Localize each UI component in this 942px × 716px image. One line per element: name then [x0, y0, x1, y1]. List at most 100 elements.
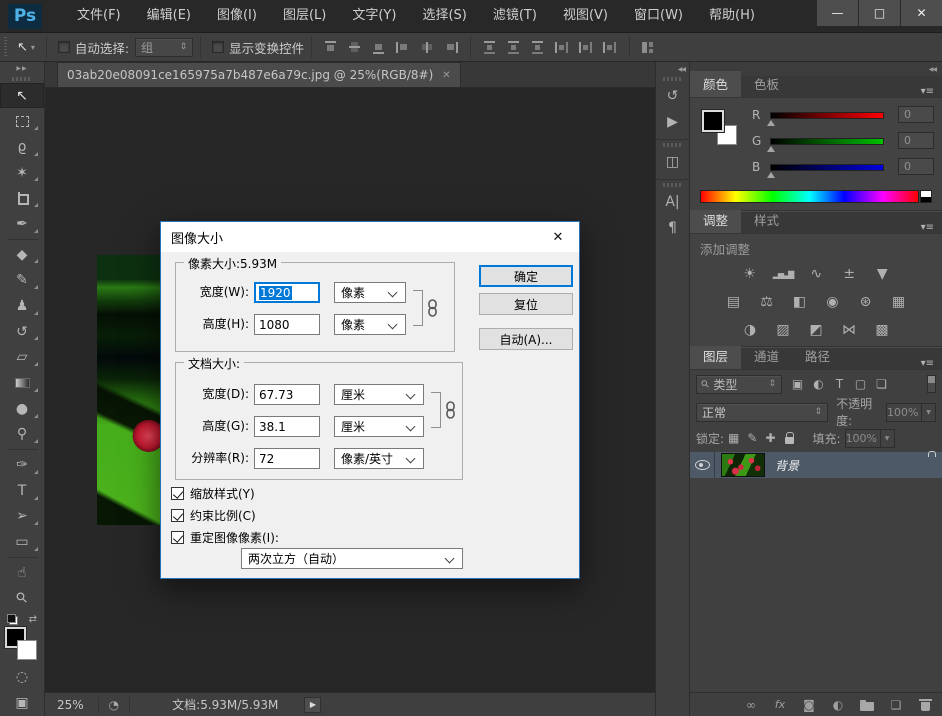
maximize-button[interactable]: □ — [858, 0, 900, 26]
blur-tool[interactable]: ● — [0, 396, 44, 422]
align-right-edges-icon[interactable] — [443, 40, 459, 55]
opacity-field[interactable]: 100% ▼ — [886, 402, 936, 422]
blue-value-field[interactable]: 0 — [898, 158, 934, 175]
align-top-edges-icon[interactable] — [323, 40, 339, 55]
curves-icon[interactable]: ∿ — [806, 266, 826, 282]
spot-healing-brush-tool[interactable]: ◆ — [0, 242, 44, 268]
new-group-icon[interactable] — [860, 699, 874, 711]
menu-window[interactable]: 窗口(W) — [621, 0, 696, 32]
zoom-tool[interactable]: ⚲ — [0, 586, 44, 612]
layer-style-icon[interactable]: fx — [773, 698, 787, 711]
threshold-icon[interactable]: ◩ — [806, 322, 826, 338]
fill-dropdown-icon[interactable]: ▼ — [879, 429, 894, 447]
invert-icon[interactable]: ◑ — [740, 322, 760, 338]
doc-height-unit-select[interactable]: 厘米 — [334, 416, 424, 437]
show-transform-checkbox[interactable] — [212, 41, 225, 53]
expand-panels-icon[interactable]: ◀◀ — [656, 62, 689, 76]
lock-all-icon[interactable] — [784, 432, 794, 444]
layer-visibility-cell[interactable] — [690, 452, 715, 478]
paragraph-panel-icon[interactable]: ¶ — [656, 215, 689, 241]
fill-field[interactable]: 100% ▼ — [844, 428, 895, 448]
filter-pixel-layers-icon[interactable]: ▣ — [788, 375, 807, 394]
levels-icon[interactable]: ▂▅▃▇ — [773, 270, 795, 279]
resolution-unit-select[interactable]: 像素/英寸 — [334, 448, 424, 469]
auto-select-checkbox[interactable] — [57, 41, 70, 53]
color-spectrum-ramp[interactable] — [700, 190, 919, 203]
green-slider-thumb[interactable] — [767, 145, 775, 152]
lock-position-icon[interactable]: ✚ — [765, 431, 775, 445]
type-tool[interactable]: T — [0, 478, 44, 504]
move-tool[interactable]: ↖ — [0, 82, 44, 109]
actions-panel-icon[interactable]: ▶ — [656, 109, 689, 135]
green-value-field[interactable]: 0 — [898, 132, 934, 149]
document-tab[interactable]: 03ab20e08091ce165975a7b487e6a79c.jpg @ 2… — [57, 62, 461, 87]
zoom-level[interactable]: 25% — [45, 698, 98, 712]
character-panel-icon[interactable]: A| — [656, 189, 689, 215]
layer-thumbnail[interactable] — [721, 453, 765, 477]
clone-stamp-tool[interactable]: ♟ — [0, 293, 44, 319]
ok-button[interactable]: 确定 — [479, 265, 573, 287]
link-layers-icon[interactable]: ∞ — [744, 698, 758, 712]
document-tab-close-icon[interactable]: ✕ — [442, 70, 450, 81]
lock-transparency-icon[interactable]: ▦ — [728, 431, 739, 445]
quick-mask-button[interactable]: ◌ — [0, 665, 44, 691]
align-bottom-edges-icon[interactable] — [371, 40, 387, 55]
tool-preset-arrow-icon[interactable]: ▾ — [31, 43, 35, 52]
tab-color[interactable]: 颜色 — [690, 71, 742, 97]
pixel-height-unit-select[interactable]: 像素 — [334, 314, 406, 335]
blue-slider[interactable] — [767, 163, 884, 178]
hue-saturation-icon[interactable]: ▤ — [724, 294, 744, 310]
distribute-right-edges-icon[interactable] — [602, 40, 618, 55]
menu-view[interactable]: 视图(V) — [550, 0, 621, 32]
menu-edit[interactable]: 编辑(E) — [134, 0, 204, 32]
distribute-horizontal-centers-icon[interactable] — [578, 40, 594, 55]
layer-row-background[interactable]: 背景 — [690, 452, 942, 478]
screen-mode-button[interactable]: ▣ — [0, 690, 44, 716]
resample-checkbox[interactable] — [171, 530, 184, 544]
filter-smart-objects-icon[interactable]: ❏ — [872, 375, 891, 394]
black-white-icon[interactable]: ◧ — [790, 294, 810, 310]
constrain-proportions-checkbox[interactable] — [171, 508, 184, 522]
green-slider[interactable] — [767, 137, 884, 152]
doc-width-input[interactable]: 67.73 — [254, 384, 320, 405]
filter-type-layers-icon[interactable]: T — [830, 375, 849, 394]
lock-pixels-icon[interactable]: ✎ — [747, 431, 757, 445]
brightness-contrast-icon[interactable]: ☀ — [740, 266, 760, 282]
doc-width-unit-select[interactable]: 厘米 — [334, 384, 424, 405]
history-panel-icon[interactable]: ↺ — [656, 83, 689, 109]
red-slider-thumb[interactable] — [767, 119, 775, 126]
scale-styles-checkbox[interactable] — [171, 486, 184, 500]
rectangular-marquee-tool[interactable] — [0, 108, 44, 134]
auto-button[interactable]: 自动(A)... — [479, 328, 573, 350]
tab-styles[interactable]: 样式 — [741, 207, 792, 233]
rectangle-tool[interactable]: ▭ — [0, 529, 44, 555]
dialog-title-bar[interactable]: 图像大小 ✕ — [161, 222, 579, 252]
distribute-bottom-edges-icon[interactable] — [530, 40, 546, 55]
color-balance-icon[interactable]: ⚖ — [757, 294, 777, 310]
selective-color-icon[interactable]: ▩ — [872, 322, 892, 338]
hand-tool[interactable]: ☝ — [0, 560, 44, 586]
gradient-map-icon[interactable]: ⋈ — [839, 322, 859, 338]
foreground-color-swatch[interactable] — [702, 110, 724, 132]
menu-file[interactable]: 文件(F) — [64, 0, 134, 32]
align-left-edges-icon[interactable] — [395, 40, 411, 55]
filter-adjustment-layers-icon[interactable]: ◐ — [809, 375, 828, 394]
layer-name[interactable]: 背景 — [775, 457, 799, 474]
swap-colors-icon[interactable]: ⇄ — [29, 614, 37, 625]
dodge-tool[interactable]: ⚲ — [0, 422, 44, 448]
eraser-tool[interactable]: ▱ — [0, 344, 44, 370]
photo-filter-icon[interactable]: ◉ — [823, 294, 843, 310]
new-adjustment-layer-icon[interactable]: ◐ — [831, 698, 845, 712]
color-lookup-icon[interactable]: ▦ — [889, 294, 909, 310]
menu-select[interactable]: 选择(S) — [409, 0, 479, 32]
close-button[interactable]: ✕ — [900, 0, 942, 26]
align-vertical-centers-icon[interactable] — [347, 40, 363, 55]
distribute-top-edges-icon[interactable] — [482, 40, 498, 55]
crop-tool[interactable] — [0, 185, 44, 211]
doc-height-input[interactable]: 38.1 — [254, 416, 320, 437]
add-layer-mask-icon[interactable]: ◙ — [802, 698, 816, 712]
menu-layer[interactable]: 图层(L) — [270, 0, 339, 32]
properties-panel-icon[interactable]: ◫ — [656, 149, 689, 175]
pixel-width-unit-select[interactable]: 像素 — [334, 282, 406, 303]
menu-help[interactable]: 帮助(H) — [696, 0, 768, 32]
